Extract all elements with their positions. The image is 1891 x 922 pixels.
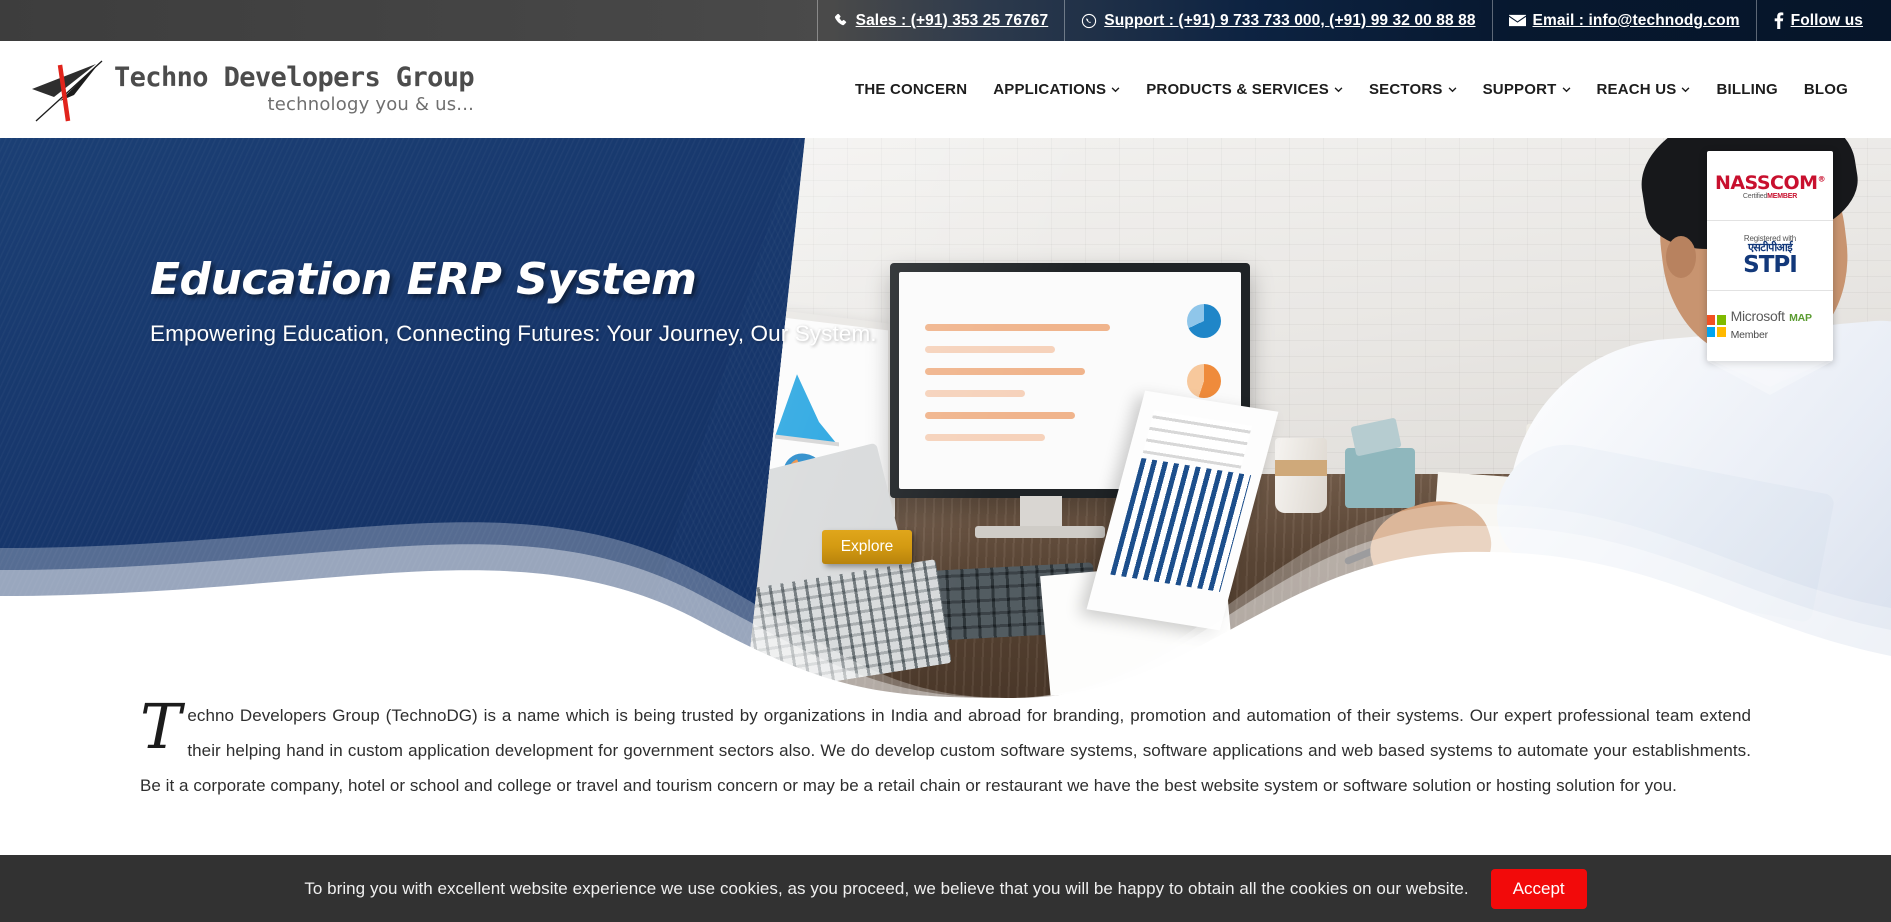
nasscom-sub-bold: MEMBER <box>1767 192 1798 200</box>
accept-cookies-button[interactable]: Accept <box>1490 868 1587 909</box>
chevron-down-icon <box>1334 86 1343 92</box>
topbar-follow-label: Follow us <box>1790 12 1863 29</box>
chevron-down-icon <box>1562 86 1570 92</box>
nav-item-support[interactable]: SUPPORT <box>1470 71 1584 108</box>
certification-badges: NASSCOM® CertifiedMEMBER Registered with… <box>1707 151 1833 397</box>
nav-item-blog[interactable]: BLOG <box>1791 71 1861 108</box>
map-accent: MAP <box>1789 312 1812 325</box>
nasscom-badge[interactable]: NASSCOM® CertifiedMEMBER <box>1707 151 1833 221</box>
primary-nav: THE CONCERN APPLICATIONS PRODUCTS & SERV… <box>842 71 1861 108</box>
about-body: echno Developers Group (TechnoDG) is a n… <box>140 706 1751 795</box>
cookie-message: To bring you with excellent website expe… <box>304 878 1469 898</box>
stpi-badge[interactable]: Registered with एसटीपीआई STPI <box>1707 221 1833 291</box>
nav-label: PRODUCTS & SERVICES <box>1146 81 1329 98</box>
nav-item-products-and-services[interactable]: PRODUCTS & SERVICES <box>1133 71 1356 108</box>
microsoft-brand: Microsoft <box>1730 308 1785 325</box>
microsoft-map-member-badge[interactable]: Microsoft MAP Member <box>1707 291 1833 361</box>
badge-ribbon-arrow-icon <box>1707 361 1833 395</box>
about-dropcap: T <box>140 690 182 763</box>
chevron-down-icon <box>1111 86 1120 92</box>
topbar-email-label: Email : info@technodg.com <box>1532 12 1740 29</box>
nav-item-the-concern[interactable]: THE CONCERN <box>842 71 980 108</box>
phone-icon <box>834 13 849 28</box>
stpi-name: STPI <box>1743 251 1798 278</box>
main-navbar: Techno Developers Group technology you &… <box>0 41 1891 138</box>
topbar-support-label: Support : (+91) 9 733 733 000, (+91) 99 … <box>1104 12 1476 29</box>
about-section: Techno Developers Group (TechnoDG) is a … <box>0 690 1891 862</box>
envelope-icon <box>1508 14 1526 27</box>
nav-label: BLOG <box>1803 81 1848 98</box>
top-contact-bar: Sales : (+91) 353 25 76767 Support : (+9… <box>0 0 1891 41</box>
nav-item-applications[interactable]: APPLICATIONS <box>980 71 1133 108</box>
topbar-support-phone[interactable]: Support : (+91) 9 733 733 000, (+91) 99 … <box>1064 0 1491 41</box>
nav-label: REACH US <box>1596 81 1677 98</box>
chevron-down-icon <box>1682 86 1690 92</box>
facebook-icon <box>1773 12 1784 29</box>
nav-item-billing[interactable]: BILLING <box>1703 71 1790 108</box>
cookie-consent-bar: To bring you with excellent website expe… <box>0 855 1891 922</box>
chevron-down-icon <box>1448 86 1456 92</box>
nav-item-sectors[interactable]: SECTORS <box>1356 71 1470 108</box>
about-paragraph: Techno Developers Group (TechnoDG) is a … <box>140 690 1751 803</box>
page-root: Sales : (+91) 353 25 76767 Support : (+9… <box>0 0 1891 922</box>
site-logo[interactable]: Techno Developers Group technology you &… <box>30 55 475 125</box>
member-text: Member <box>1730 329 1769 341</box>
logo-tagline: technology you & us... <box>267 94 475 116</box>
microsoft-logo-icon <box>1707 315 1726 337</box>
explore-button[interactable]: Explore <box>822 530 912 564</box>
nav-label: THE CONCERN <box>855 81 968 98</box>
nasscom-name: NASSCOM <box>1714 171 1818 194</box>
topbar-sales-label: Sales : (+91) 353 25 76767 <box>855 12 1049 29</box>
slash-arrow-logo-icon <box>30 55 108 125</box>
hero-title: Education ERP System <box>150 254 697 305</box>
topbar-follow-us[interactable]: Follow us <box>1755 0 1891 41</box>
hero-subtitle: Empowering Education, Connecting Futures… <box>150 321 877 346</box>
nav-item-reach-us[interactable]: REACH US <box>1584 71 1704 108</box>
nav-label: BILLING <box>1716 81 1778 98</box>
logo-title: Techno Developers Group <box>114 61 475 93</box>
nasscom-sub-light: Certified <box>1742 192 1768 200</box>
nav-label: APPLICATIONS <box>993 81 1107 98</box>
hero-copy: Education ERP System Empowering Educatio… <box>150 254 877 347</box>
hero-wave-divider <box>0 398 1891 698</box>
topbar-email[interactable]: Email : info@technodg.com <box>1491 0 1756 41</box>
registered-mark-icon: ® <box>1817 174 1826 184</box>
hero-banner: Education ERP System Empowering Educatio… <box>0 138 1891 698</box>
nav-label: SECTORS <box>1368 81 1443 98</box>
nav-label: SUPPORT <box>1482 81 1557 98</box>
topbar-sales-phone[interactable]: Sales : (+91) 353 25 76767 <box>816 0 1065 41</box>
whatsapp-icon <box>1081 13 1097 29</box>
